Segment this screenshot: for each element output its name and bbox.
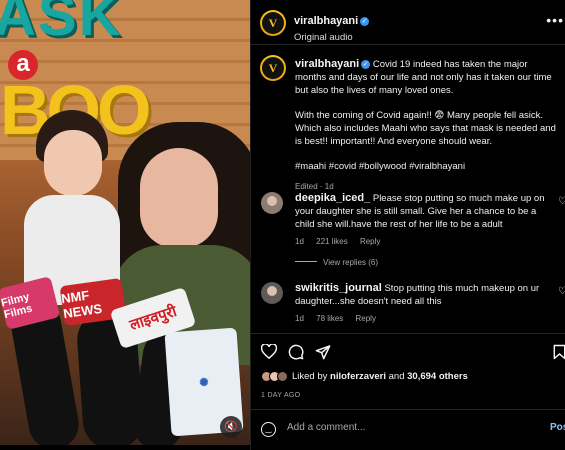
likes-row: Liked by niloferzaveri and 30,694 others bbox=[261, 371, 468, 382]
comment-meta: 1d 78 likes Reply bbox=[295, 314, 561, 323]
caption-username[interactable]: viralbhayani bbox=[295, 58, 359, 70]
action-bar bbox=[251, 333, 565, 373]
author-avatar[interactable]: V bbox=[260, 10, 286, 36]
caption-paragraph-2: With the coming of Covid again!! 😨 Many … bbox=[295, 110, 556, 147]
bookmark-icon[interactable] bbox=[553, 344, 565, 363]
comment-likes[interactable]: 221 likes bbox=[316, 237, 348, 246]
sign-text-top: ASK bbox=[0, 0, 123, 48]
post-date: 1 DAY AGO bbox=[261, 392, 301, 399]
verified-icon: ✓ bbox=[360, 17, 370, 26]
verified-icon: ✓ bbox=[361, 60, 371, 69]
view-replies-button[interactable]: View replies (6) bbox=[295, 258, 378, 267]
likes-connector: and bbox=[388, 371, 405, 382]
mute-icon[interactable]: 🔇 bbox=[220, 416, 242, 438]
post-header: V viralbhayani ✓ Original audio ••• bbox=[251, 0, 565, 45]
author-username[interactable]: viralbhayani bbox=[294, 15, 358, 27]
commenter-avatar[interactable] bbox=[261, 282, 283, 304]
comment-item: swikritis_journal Stop putting this much… bbox=[261, 282, 565, 323]
comment-heart-icon[interactable]: ♡ bbox=[558, 286, 565, 297]
post-media[interactable]: ASK a BOO Filmy Films NMF NEWS लाइवपुरी … bbox=[0, 0, 250, 445]
add-comment-input[interactable] bbox=[287, 422, 507, 433]
woman-face bbox=[140, 148, 218, 248]
comment-item: deepika_iced_ Please stop putting so muc… bbox=[261, 192, 565, 246]
emoji-icon[interactable]: ‿ bbox=[261, 422, 276, 437]
author-info: viralbhayani ✓ Original audio bbox=[294, 11, 370, 43]
share-icon[interactable] bbox=[315, 344, 331, 363]
commenter-username[interactable]: deepika_iced_ bbox=[295, 192, 370, 204]
likes-prefix: Liked by bbox=[292, 371, 328, 382]
child-face bbox=[44, 130, 102, 196]
post-comment-button[interactable]: Post bbox=[550, 422, 565, 433]
post-details-panel: V viralbhayani ✓ Original audio ••• V vir… bbox=[250, 0, 565, 450]
likes-text: Liked by niloferzaveri and 30,694 others bbox=[292, 371, 468, 382]
commenter-username[interactable]: swikritis_journal bbox=[295, 282, 382, 294]
author-logo: V bbox=[262, 12, 284, 34]
comment-age: 1d bbox=[295, 314, 304, 323]
add-comment-row: ‿ Post bbox=[251, 409, 565, 450]
comment-reply-button[interactable]: Reply bbox=[356, 314, 376, 323]
audio-label[interactable]: Original audio bbox=[294, 32, 369, 43]
comment-body: swikritis_journal Stop putting this much… bbox=[295, 282, 557, 308]
more-options-icon[interactable]: ••• bbox=[546, 12, 564, 28]
liker-avatar bbox=[277, 371, 288, 382]
comment-reply-button[interactable]: Reply bbox=[360, 237, 380, 246]
commenter-avatar[interactable] bbox=[261, 192, 283, 214]
heart-icon[interactable] bbox=[260, 343, 278, 362]
comment-icon[interactable] bbox=[288, 344, 304, 363]
post-caption: viralbhayani ✓ Covid 19 indeed has taken … bbox=[295, 58, 557, 193]
caption-author-avatar[interactable]: V bbox=[260, 55, 286, 81]
author-logo: V bbox=[262, 57, 284, 79]
comment-age: 1d bbox=[295, 237, 304, 246]
liker-username[interactable]: niloferzaveri bbox=[330, 371, 386, 382]
caption-hashtags[interactable]: #maahi #covid #bollywood #viralbhayani bbox=[295, 160, 557, 173]
likes-count[interactable]: 30,694 others bbox=[407, 371, 468, 382]
comment-meta: 1d 221 likes Reply bbox=[295, 237, 561, 246]
comment-likes[interactable]: 78 likes bbox=[316, 314, 343, 323]
comment-body: deepika_iced_ Please stop putting so muc… bbox=[295, 192, 557, 231]
comment-heart-icon[interactable]: ♡ bbox=[558, 196, 565, 207]
